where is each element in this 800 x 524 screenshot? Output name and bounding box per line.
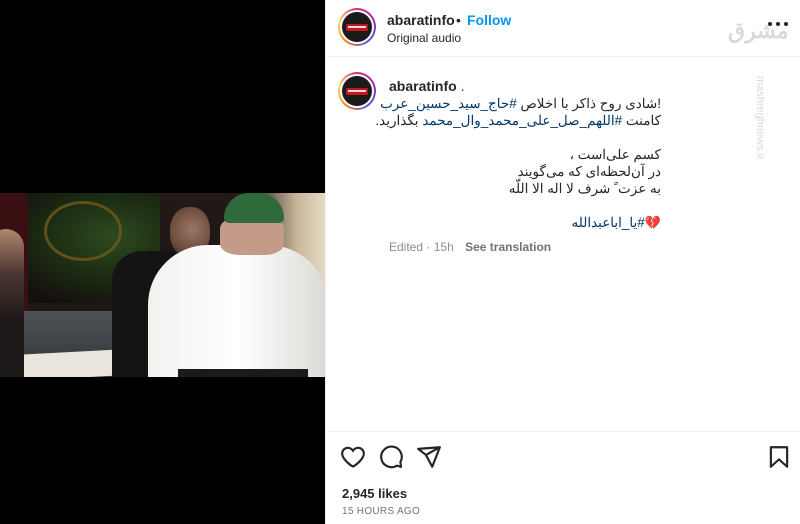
meta-dot: · — [426, 240, 434, 254]
more-dot — [776, 22, 780, 26]
caption-line-1-text: شادی روح ذاکر با اخلاص — [516, 96, 658, 111]
more-horizontal-icon[interactable] — [766, 14, 790, 34]
caption-line-6: 💔#یا_اباعبدالله — [356, 214, 661, 231]
caption-line-5: به عزت ً شرف لا اله الا اللّه — [508, 181, 661, 196]
hashtag-link[interactable]: #اللهم_صل_علی_محمد_وال_محمد — [422, 113, 622, 128]
person-white-body — [148, 245, 325, 377]
caption-author-name[interactable]: abaratinfo — [389, 78, 457, 94]
more-dot — [768, 22, 772, 26]
separator-dot: • — [456, 12, 461, 28]
caption-line-1-end: ! — [657, 96, 661, 111]
caption-text: !شادی روح ذاکر با اخلاص #حاج_سید_حسین_عر… — [356, 95, 661, 231]
edited-label: Edited — [389, 240, 424, 254]
caption-line-3: کسم علی‌است ، — [569, 147, 661, 162]
post-details-panel: مشرق mashreghnews.ir abaratinfo • Follow… — [325, 0, 800, 524]
caption-line-1: !شادی روح ذاکر با اخلاص #حاج_سید_حسین_عر… — [356, 95, 661, 112]
watermark-latin: mashreghnews.ir — [754, 76, 766, 160]
hashtag-link[interactable]: #حاج_سید_حسین_عرب — [380, 96, 517, 111]
post-header: abaratinfo • Follow Original audio — [326, 0, 800, 57]
more-dot — [784, 22, 788, 26]
bookmark-icon[interactable] — [766, 444, 792, 470]
avatar-ring — [340, 10, 374, 44]
heart-icon[interactable] — [340, 444, 366, 470]
caption-gap — [356, 129, 661, 146]
caption-line-2: کامنت #اللهم_صل_علی_محمد_وال_محمد بگذاری… — [356, 112, 661, 129]
audio-link[interactable]: Original audio — [387, 31, 461, 45]
hashtag-link[interactable]: #یا_اباعبدالله — [572, 215, 645, 230]
green-cap — [224, 193, 284, 223]
avatar-image — [342, 12, 372, 42]
likes-count[interactable]: 2,945 likes — [342, 486, 407, 501]
caption-meta: Edited · 15h See translation — [389, 240, 551, 254]
author-avatar[interactable] — [338, 8, 376, 46]
comment-icon[interactable] — [378, 444, 404, 470]
caption-line-2-text: کامنت — [622, 113, 661, 128]
caption-line-2-end: بگذارید. — [375, 113, 423, 128]
caption-author-suffix: . — [456, 78, 465, 94]
send-icon[interactable] — [416, 444, 442, 470]
caption-age: 15h — [433, 240, 454, 254]
broken-heart-icon: 💔 — [644, 215, 661, 230]
post-media[interactable] — [0, 0, 325, 524]
caption-gap — [356, 197, 661, 214]
person-left — [0, 229, 24, 377]
author-username[interactable]: abaratinfo — [387, 12, 455, 28]
action-bar: 2,945 likes 15 HOURS AGO — [326, 431, 800, 524]
post-timestamp: 15 HOURS AGO — [342, 506, 421, 517]
banner-ornament — [44, 201, 122, 261]
person-white-robe — [148, 193, 325, 377]
see-translation-link[interactable]: See translation — [465, 240, 551, 254]
caption-author[interactable]: abaratinfo . — [389, 78, 464, 94]
follow-button[interactable]: Follow — [467, 12, 511, 28]
video-frame[interactable] — [0, 193, 325, 377]
caption-line-4: در آن‌لحظه‌ای که می‌گویند — [517, 164, 661, 179]
black-belt — [178, 369, 308, 377]
